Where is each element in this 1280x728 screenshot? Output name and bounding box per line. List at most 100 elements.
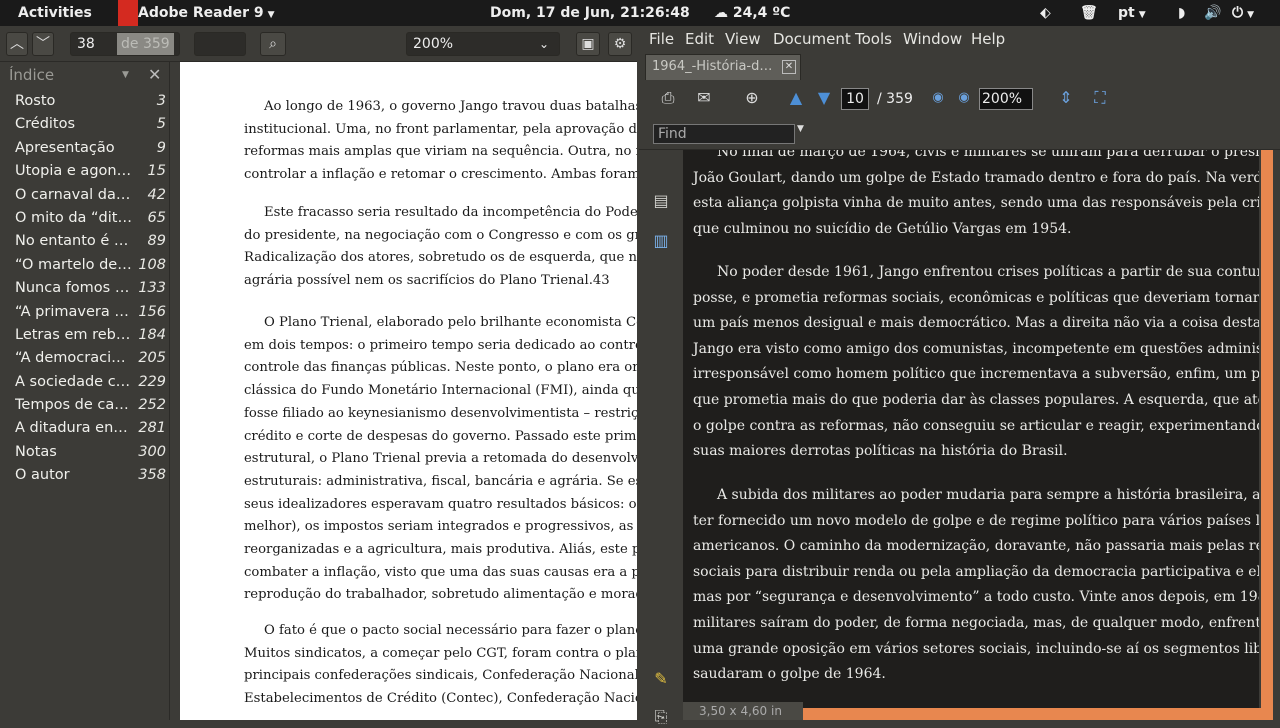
chevron-down-icon[interactable]: ▼ [797,124,804,134]
text-line: Ao longo de 1963, o governo Jango travou… [264,99,637,114]
fit-width-icon[interactable]: ⇕ [1055,87,1077,109]
power-icon[interactable]: ⏻ ▼ [1232,0,1254,26]
zoom-select[interactable]: 200% [979,88,1033,110]
activities-button[interactable]: Activities [18,0,92,26]
toc-item[interactable]: Letras em rebe… 184 [4,324,170,347]
document-tab[interactable]: 1964_-História-d… ✕ [645,54,801,80]
menu-view[interactable]: View [725,26,761,52]
search-button[interactable]: ⌕ [260,32,286,56]
text-line: em dois tempos: o primeiro tempo seria d… [244,337,637,353]
arrow-down-icon[interactable]: ▼ [813,87,835,109]
toc-item[interactable]: Tempos de cao… 252 [4,394,170,417]
toc-item[interactable]: Nunca fomos t… 133 [4,277,170,300]
document-page[interactable]: Ao longo de 1963, o governo Jango travou… [180,62,637,720]
text-line: que prometia mais do que poderia dar às … [693,391,1259,408]
toc-item-label: Apresentação [15,139,115,156]
chevron-down-icon: ▼ [122,70,129,80]
text-line: O Plano Trienal, elaborado pelo brilhant… [264,315,637,330]
toc-item-label: Notas [15,443,57,460]
zoom-in-icon[interactable]: ◉ [953,87,975,109]
close-icon[interactable]: ✕ [148,62,161,88]
print-icon[interactable]: ⎙ [657,87,679,109]
toc-item[interactable]: A sociedade co… 229 [4,371,170,394]
close-icon[interactable]: ✕ [782,60,796,74]
app-menu[interactable]: Adobe Reader 9 ▼ [118,0,275,26]
zoom-value: 200% [982,91,1023,107]
text-line: Jango era visto como amigo dos comunista… [693,340,1259,357]
text-line: O fato é que o pacto social necessário p… [264,623,637,638]
toc-item-label: A ditadura entr… [15,420,133,437]
toc-item[interactable]: O mito da “dita… 65 [4,207,170,230]
find-input[interactable]: Find [653,124,795,144]
volume-icon[interactable]: 🔊 [1204,0,1221,26]
toc-item-page: 184 [138,326,166,343]
toc-item[interactable]: A ditadura entr… 281 [4,417,170,440]
text-line: controlar a inflação e retomar o crescim… [244,167,637,183]
fit-page-icon[interactable]: ⛶ [1089,87,1111,109]
toc-item[interactable]: O autor 358 [4,464,170,487]
toc-item-label: “A primavera n… [15,303,133,320]
toc-item[interactable]: O carnaval das … 42 [4,184,170,207]
menu-file[interactable]: File [649,26,674,52]
pages-icon[interactable]: ▤ [650,190,672,212]
text-line: irresponsável como homem político que in… [693,366,1259,383]
wifi-icon[interactable]: ◗ [1178,0,1185,26]
toc-item-label: Tempos de cao… [15,397,133,414]
doc-paragraph-3: O Plano Trienal, elaborado pelo brilhant… [244,312,637,607]
arrow-up-icon[interactable]: ▲ [785,87,807,109]
menu-window[interactable]: Window [903,26,962,52]
toc-item-page: 156 [138,303,166,320]
toc-item[interactable]: Utopia e agoni… 15 [4,160,170,183]
text-line: reformas mais amplas que viriam na sequê… [244,144,637,160]
toc-item[interactable]: “O martelo de … 108 [4,254,170,277]
next-page-button[interactable]: ﹀ [32,32,54,56]
page-current: 38 [77,36,95,52]
text-line: militares saíram do poder, de forma nego… [693,614,1259,631]
email-icon[interactable]: ✉ [693,87,715,109]
text-line: Estabelecimentos de Crédito (Contec), Co… [244,691,637,707]
menu-document[interactable]: Document [773,26,851,52]
acrobat-toolbar: ⎙ ✉ ⊕ ▲ ▼ 10 / 359 ◉ ◉ 200% ⇕ ⛶ [639,82,1280,116]
text-line: agrária possível nem os sacrifícios do P… [244,273,610,289]
toc-item[interactable]: Créditos 5 [4,113,170,136]
page-number-field[interactable]: 38 de 359 [70,32,180,56]
tab-title: 1964_-História-d… [652,59,773,74]
text-line: fosse filiado ao keynesianismo desenvolv… [244,405,637,421]
zoom-select[interactable]: 200% ⌄ [406,32,560,56]
toc-item[interactable]: Rosto 3 [4,90,170,113]
page-number-field[interactable]: 10 [841,88,869,110]
attachment-icon[interactable]: ⎘ [650,706,672,728]
dropbox-icon[interactable]: ⬖ [1040,0,1051,26]
bookmarks-icon[interactable]: ▥ [650,230,672,252]
document-page[interactable]: No final de março de 1964, civis e milit… [683,150,1259,708]
text-line: melhor), os impostos seriam integrados e… [244,519,637,535]
toc-item[interactable]: “A democracia … 205 [4,347,170,370]
vertical-scrollbar[interactable] [1261,150,1273,720]
toc-item[interactable]: Notas 300 [4,441,170,464]
acrobat-logo-icon [118,0,138,26]
text-line: que culminou no suicídio de Getúlio Varg… [693,220,1072,237]
comments-icon[interactable]: ✎ [650,668,672,690]
text-line: suas maiores derrotas políticas na histó… [693,443,1068,460]
language-indicator[interactable]: pt ▼ [1118,0,1146,26]
zoom-out-icon[interactable]: ◉ [927,87,949,109]
text-line: principais confederações sindicais, Conf… [244,668,637,684]
trash-icon[interactable]: 🗑 [1080,0,1098,26]
sidebar-header[interactable]: Índice ▼ ✕ [0,62,170,88]
settings-button[interactable]: ⚙ [608,32,632,56]
toc-item-label: “O martelo de … [15,256,133,273]
document-properties-button[interactable]: ▣ [576,32,600,56]
toc-item[interactable]: Apresentação 9 [4,137,170,160]
collaborate-icon[interactable]: ⊕ [741,87,763,109]
find-field[interactable] [194,32,246,56]
toc-item[interactable]: “A primavera n… 156 [4,301,170,324]
menu-help[interactable]: Help [971,26,1005,52]
toc-item-page: 15 [147,163,166,180]
prev-page-button[interactable]: ︿ [6,32,28,56]
menu-tools[interactable]: Tools [855,26,892,52]
text-line: Muitos sindicatos, a começar pelo CGT, f… [244,645,637,661]
clock[interactable]: Dom, 17 de Jun, 21:26:48 [490,0,690,26]
toc-item[interactable]: No entanto é p… 89 [4,230,170,253]
menu-edit[interactable]: Edit [685,26,714,52]
weather-indicator[interactable]: ☁ 24,4 ºC [714,0,790,26]
